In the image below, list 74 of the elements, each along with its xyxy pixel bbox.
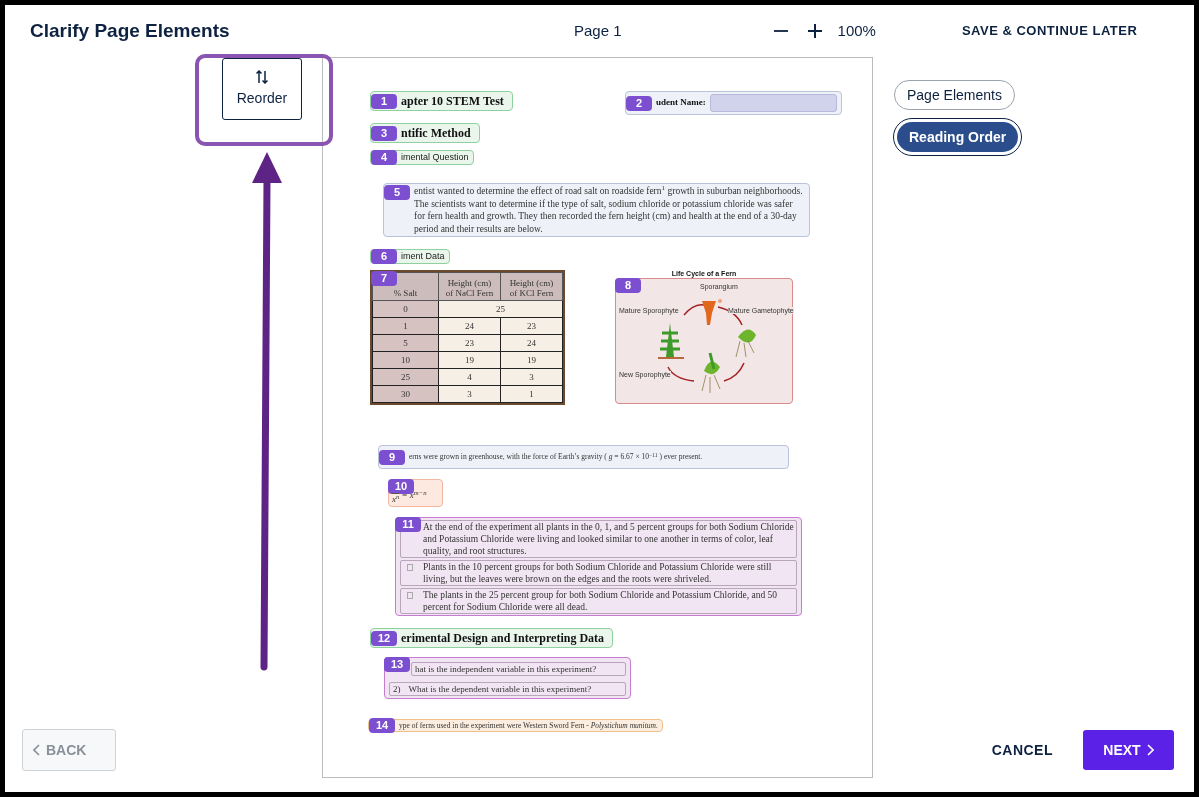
table-cell: 19	[438, 351, 501, 369]
order-badge: 7	[371, 271, 397, 286]
plus-icon	[807, 24, 822, 38]
back-button: BACK	[22, 729, 116, 771]
column-header: Height (cm) of KCl Fern	[500, 272, 563, 301]
table-cell: 25	[438, 300, 563, 318]
list-item[interactable]: The plants in the 25 percent group for both Sodium Chloride and Potassium Chloride, and 50 percent for Sodium Chloride were all dead.	[400, 588, 797, 614]
equation-denominator: x$^{n}$	[392, 493, 400, 505]
reorder-icon	[256, 69, 268, 84]
list-item-text: Plants in the 10 percent groups for both Sodium Chloride and Potassium Chloride were still living, but the leaves were brown on the edges and the roots were shriveled.	[423, 561, 773, 585]
heading-region[interactable]: 12 erimental Design and Interpreting Data	[370, 628, 614, 648]
list-item[interactable]: hat is the independent variable in this experiment?	[411, 662, 626, 676]
zoom-in-button[interactable]	[805, 22, 824, 40]
data-table[interactable]: 7 % Salt Height (cm) of NaCl Fern Height (cm) of KCl Fern 0 25 1 24 23 5 23 24 10 19 19 25 4 3 30 3 1	[370, 270, 565, 405]
page-indicator: Page 1	[574, 20, 622, 41]
order-badge: 13	[384, 657, 410, 672]
reorder-button[interactable]: Reorder	[222, 58, 302, 120]
order-badge: 4	[371, 150, 397, 165]
order-badge: 10	[388, 479, 414, 494]
heading-region[interactable]: 1 apter 10 STEM Test	[370, 91, 513, 111]
subheading-region[interactable]: 6 iment Data	[370, 249, 450, 264]
list-item-text: At the end of the experiment all plants in the 0, 1, and 5 percent groups for both Sodium Chloride and Potassium Chloride were living and looked similar to one another in terms of color, leaf quality, and root structures.	[423, 521, 795, 557]
table-cell: 19	[500, 351, 563, 369]
heading-text: apter 10 STEM Test	[401, 93, 504, 110]
table-cell: 4	[438, 368, 501, 386]
paragraph-region[interactable]	[383, 183, 810, 237]
zoom-out-button[interactable]	[771, 28, 790, 34]
table-cell: 23	[500, 317, 563, 335]
table-cell: 3	[438, 385, 501, 403]
zoom-level: 100%	[837, 20, 876, 41]
order-badge: 9	[379, 449, 405, 465]
name-field-region[interactable]: 2 udent Name:	[625, 91, 842, 115]
cancel-button[interactable]: CANCEL	[991, 739, 1053, 761]
order-badge: 6	[371, 249, 397, 264]
next-button[interactable]: NEXT	[1083, 730, 1174, 770]
list-region[interactable]: 13 hat is the independent variable in this experiment? 2) What is the dependent variable in this experiment?	[384, 657, 631, 699]
heading-text: erimental Design and Interpreting Data	[401, 630, 605, 647]
order-badge: 1	[371, 93, 397, 109]
order-badge: 12	[371, 630, 397, 646]
save-continue-later-button[interactable]: SAVE & CONTINUE LATER	[961, 21, 1138, 41]
column-header: Height (cm) of NaCl Fern	[438, 272, 501, 301]
field-label: udent Name:	[656, 96, 706, 110]
order-badge: 8	[615, 278, 641, 293]
list-item-text: What is the dependent variable in this experiment?	[408, 683, 592, 695]
page-title: Clarify Page Elements	[30, 18, 231, 43]
equation-region[interactable]: 10 x$^{n}$ = x$^{m−n}$	[388, 479, 443, 507]
name-input-field[interactable]	[709, 94, 837, 112]
list-item[interactable]: 2) What is the dependent variable in this experiment?	[389, 682, 626, 696]
list-marker: 2)	[393, 683, 401, 695]
subheading-text: imental Question	[401, 150, 469, 164]
order-badge: 3	[371, 125, 397, 141]
heading-region[interactable]: 3 ntific Method	[370, 123, 480, 143]
order-badge: 11	[395, 517, 421, 532]
chevron-left-icon	[33, 744, 40, 756]
list-item[interactable]: Plants in the 10 percent groups for both Sodium Chloride and Potassium Chloride were still living, but the leaves were brown on the edges and the roots were shriveled.	[400, 560, 797, 586]
table-cell: 1	[500, 385, 563, 403]
table-cell: 24	[500, 334, 563, 352]
list-item-text: hat is the independent variable in this experiment?	[415, 663, 597, 675]
heading-text: ntific Method	[401, 125, 471, 142]
minus-icon	[773, 30, 788, 32]
list-region[interactable]	[395, 517, 802, 616]
table-cell: 24	[438, 317, 501, 335]
order-badge: 5	[384, 185, 410, 200]
view-toggle-button[interactable]: Page Elements	[894, 80, 1015, 110]
chevron-right-icon	[1146, 744, 1154, 756]
paragraph-text: entist wanted to determine the effect of road salt on roadside fern$^{1}$ growth in suburban neighborhoods. The scientists want to determine if the type of salt, sodium chloride or potassium chloride was safer for fern health and growth. They then recorded the fern height (cm) and health at the end of a 30-day period and their results are below.	[414, 185, 804, 235]
table-cell: 3	[500, 368, 563, 386]
order-badge: 14	[369, 718, 395, 733]
subheading-text: iment Data	[401, 249, 445, 263]
order-badge: 2	[626, 95, 652, 111]
view-toggle-button[interactable]: Reading Order	[897, 122, 1019, 152]
subheading-region[interactable]: 4 imental Question	[370, 150, 474, 165]
table-cell: 23	[438, 334, 501, 352]
list-item-text: The plants in the 25 percent group for both Sodium Chloride and Potassium Chloride, and 50 percent for Sodium Chloride were all dead.	[423, 589, 779, 613]
